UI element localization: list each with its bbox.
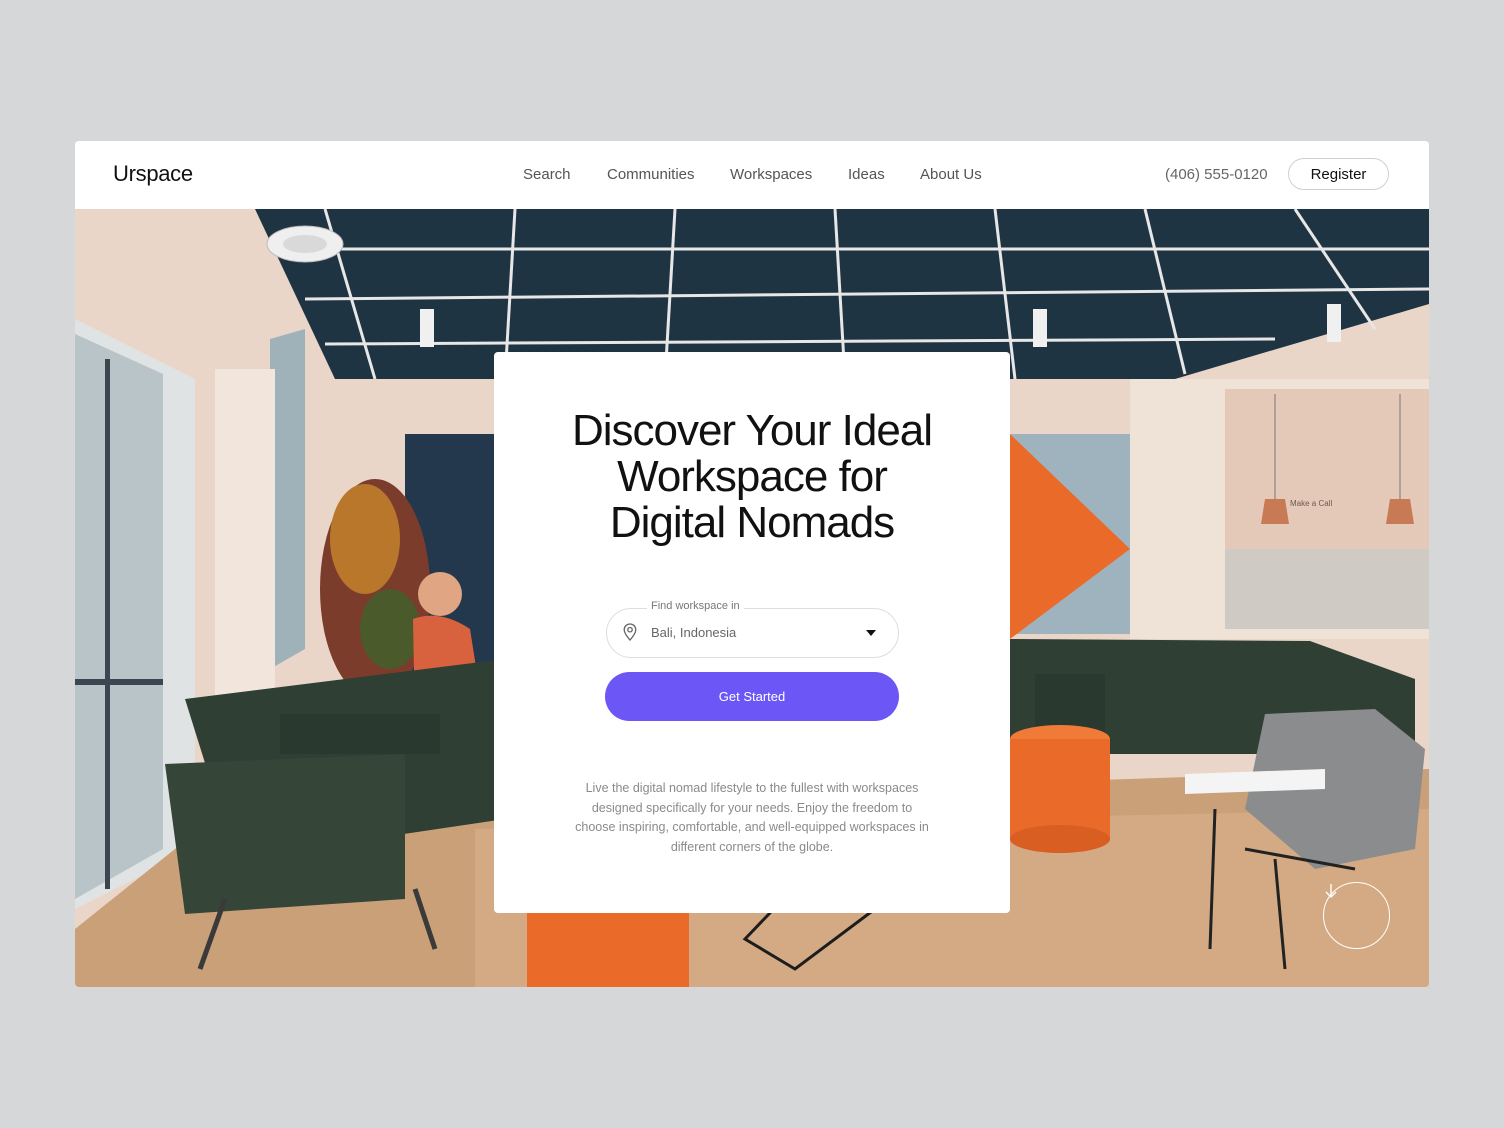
- nav-item-workspaces[interactable]: Workspaces: [730, 166, 812, 183]
- hero-card: Discover Your Ideal Workspace for Digita…: [494, 352, 1010, 913]
- nav-item-communities[interactable]: Communities: [607, 166, 695, 183]
- wall-sign-text: Make a Call: [1290, 499, 1332, 508]
- browser-frame: Urspace Search Communities Workspaces Id…: [75, 141, 1429, 987]
- hero-description: Live the digital nomad lifestyle to the …: [575, 781, 929, 854]
- location-select-value: Bali, Indonesia: [651, 625, 737, 640]
- location-select-label: Find workspace in: [647, 600, 744, 612]
- register-button[interactable]: Register: [1288, 158, 1389, 190]
- site-header: Urspace Search Communities Workspaces Id…: [75, 141, 1429, 209]
- get-started-button[interactable]: Get Started: [605, 672, 899, 721]
- nav-item-search[interactable]: Search: [523, 166, 571, 183]
- phone-number[interactable]: (406) 555-0120: [1165, 166, 1268, 183]
- headline-line-3: Digital Nomads: [609, 498, 895, 547]
- arrow-down-icon: [1325, 884, 1337, 898]
- nav-item-ideas[interactable]: Ideas: [848, 166, 885, 183]
- hero-section: Make a Call Discover Your Ideal Workspac…: [75, 209, 1429, 987]
- location-select[interactable]: Find workspace in Bali, Indonesia: [606, 600, 899, 658]
- headline-line-2: Workspace for: [617, 452, 888, 501]
- hero-headline: Discover Your Ideal Workspace for Digita…: [494, 408, 1010, 546]
- scroll-down-button[interactable]: [1323, 882, 1390, 949]
- headline-line-1: Discover Your Ideal: [571, 406, 933, 455]
- nav-item-about-us[interactable]: About Us: [920, 166, 982, 183]
